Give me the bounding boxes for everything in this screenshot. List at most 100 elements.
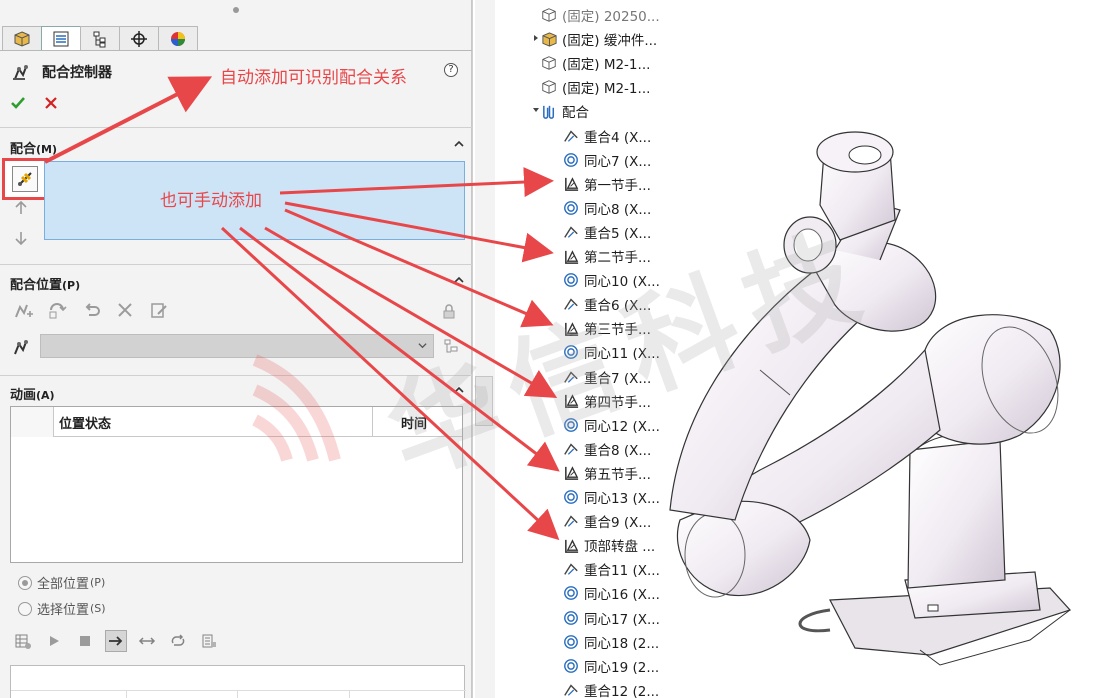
coincident-icon: [562, 295, 580, 313]
move-down-arrow-icon[interactable]: [14, 230, 28, 246]
add-position-icon[interactable]: [12, 299, 34, 321]
concentric-icon: [562, 151, 580, 169]
collapse-arrow-icon[interactable]: [532, 106, 540, 114]
color-wheel-icon: [171, 32, 185, 46]
tree-item[interactable]: 第二节手...: [562, 245, 651, 267]
coincident-icon: [562, 560, 580, 578]
column-header-position-state[interactable]: 位置状态: [59, 413, 111, 432]
robot-arm-3d-view[interactable]: [640, 110, 1119, 698]
calculate-animation-button[interactable]: [12, 630, 34, 652]
chevron-up-icon[interactable]: [452, 383, 466, 397]
reciprocate-icon: [138, 637, 156, 645]
panel-splitter[interactable]: [472, 0, 496, 698]
pm-title-row: 配合控制器: [12, 62, 112, 82]
grid-line: [11, 690, 466, 691]
concentric-icon: [562, 633, 580, 651]
grid-line: [126, 690, 127, 698]
property-manager-tab[interactable]: [41, 26, 81, 51]
tree-item-label: (固定) 20250...: [562, 9, 660, 25]
mate-controller-icon: [13, 65, 28, 80]
position-toolbar: [12, 299, 170, 321]
position-select[interactable]: [40, 334, 434, 358]
concentric-icon: [562, 271, 580, 289]
radio-hotkey: (S): [90, 602, 106, 615]
chevron-up-icon[interactable]: [452, 273, 466, 287]
loop-button[interactable]: [167, 630, 189, 652]
controller-mate-icon: [562, 175, 580, 193]
tree-item[interactable]: (固定) 20250...: [540, 4, 660, 26]
animation-playback-bar: [12, 630, 220, 652]
column-header-time[interactable]: 时间: [401, 413, 427, 432]
tree-item[interactable]: 重合6 (X...: [562, 293, 651, 315]
annotation-auto-add: 自动添加可识别配合关系: [220, 68, 407, 88]
tree-item[interactable]: 第三节手...: [562, 317, 651, 339]
radio-button[interactable]: [18, 601, 32, 616]
property-manager-panel: 配合控制器 配合(M) 配合位置(P) 动画(A) 位置状态 时间 全部位置 (…: [0, 0, 472, 698]
play-button[interactable]: [43, 630, 65, 652]
tree-item[interactable]: (固定) M2-1...: [540, 52, 650, 74]
tree-item[interactable]: 配合: [533, 100, 589, 122]
tree-item[interactable]: 同心7 (X...: [562, 149, 651, 171]
tree-item-label: (固定) M2-1...: [562, 81, 651, 98]
bottom-grid[interactable]: [10, 665, 466, 698]
tree-item[interactable]: 第四节手...: [562, 390, 651, 412]
part-icon: [540, 6, 558, 24]
help-icon[interactable]: ?: [444, 63, 458, 77]
mate-positions-section-header[interactable]: 配合位置(P): [0, 271, 472, 293]
feature-manager-tab[interactable]: [2, 26, 42, 51]
animation-section-header[interactable]: 动画(A): [0, 381, 472, 403]
tree-item[interactable]: 重合8 (X...: [562, 438, 651, 460]
update-position-icon[interactable]: [46, 299, 68, 321]
tree-item[interactable]: 重合9 (X...: [562, 510, 651, 532]
rename-position-icon[interactable]: [148, 299, 170, 321]
column-separator[interactable]: [372, 407, 373, 437]
solidworks-window: 配合控制器 配合(M) 配合位置(P) 动画(A) 位置状态 时间 全部位置 (…: [0, 0, 1119, 698]
dimxpert-tab[interactable]: [119, 26, 159, 51]
tree-item[interactable]: 第五节手...: [562, 462, 651, 484]
stop-button[interactable]: [74, 630, 96, 652]
move-up-arrow-icon[interactable]: [14, 200, 28, 216]
normal-playback-button[interactable]: [105, 630, 127, 652]
panel-grip[interactable]: [233, 7, 239, 13]
ok-check-icon[interactable]: [10, 95, 26, 111]
delete-position-icon[interactable]: [114, 299, 136, 321]
radio-selected-positions[interactable]: 选择位置 (S): [18, 599, 106, 618]
splitter-tab[interactable]: [475, 376, 493, 426]
display-manager-tab[interactable]: [158, 26, 198, 51]
tree-item[interactable]: 第一节手...: [562, 173, 651, 195]
position-config-icon[interactable]: [442, 338, 460, 356]
configuration-manager-tab[interactable]: [80, 26, 120, 51]
mates-folder-icon: [540, 102, 558, 120]
tree-item[interactable]: 重合5 (X...: [562, 221, 651, 243]
list-icon: [53, 31, 69, 47]
annotation-manual-add: 也可手动添加: [160, 191, 262, 211]
tree-item[interactable]: (固定) 缓冲件...: [534, 28, 657, 50]
section-divider: [0, 127, 472, 128]
cancel-x-icon[interactable]: [43, 95, 59, 111]
mates-section-header[interactable]: 配合(M): [0, 135, 472, 157]
reciprocate-button[interactable]: [136, 630, 158, 652]
mate-positions-section-title: 配合位置(P): [10, 278, 81, 293]
radio-button[interactable]: [18, 575, 32, 590]
concentric-icon: [562, 584, 580, 602]
splitter-bar: [475, 0, 495, 698]
animation-table[interactable]: 位置状态 时间: [10, 406, 463, 563]
grid-line: [349, 690, 350, 698]
tree-item[interactable]: 重合7 (X...: [562, 366, 651, 388]
smart-mate-icon: [18, 172, 32, 186]
expand-arrow-icon[interactable]: [532, 34, 540, 42]
concentric-icon: [562, 343, 580, 361]
tree-item[interactable]: 同心8 (X...: [562, 197, 651, 219]
tree-item-label: (固定) M2-1...: [562, 57, 651, 74]
controller-mate-icon: [562, 247, 580, 265]
lock-icon[interactable]: [440, 302, 458, 320]
tree-item[interactable]: 重合4 (X...: [562, 125, 651, 147]
smart-mate-button[interactable]: [2, 158, 48, 200]
mates-section-title: 配合(M): [10, 142, 58, 157]
chevron-down-icon: [418, 343, 427, 349]
tree-item[interactable]: (固定) M2-1...: [540, 76, 650, 98]
export-animation-button[interactable]: [198, 630, 220, 652]
undo-position-icon[interactable]: [80, 299, 102, 321]
radio-all-positions[interactable]: 全部位置 (P): [18, 573, 105, 592]
chevron-up-icon[interactable]: [452, 137, 466, 151]
